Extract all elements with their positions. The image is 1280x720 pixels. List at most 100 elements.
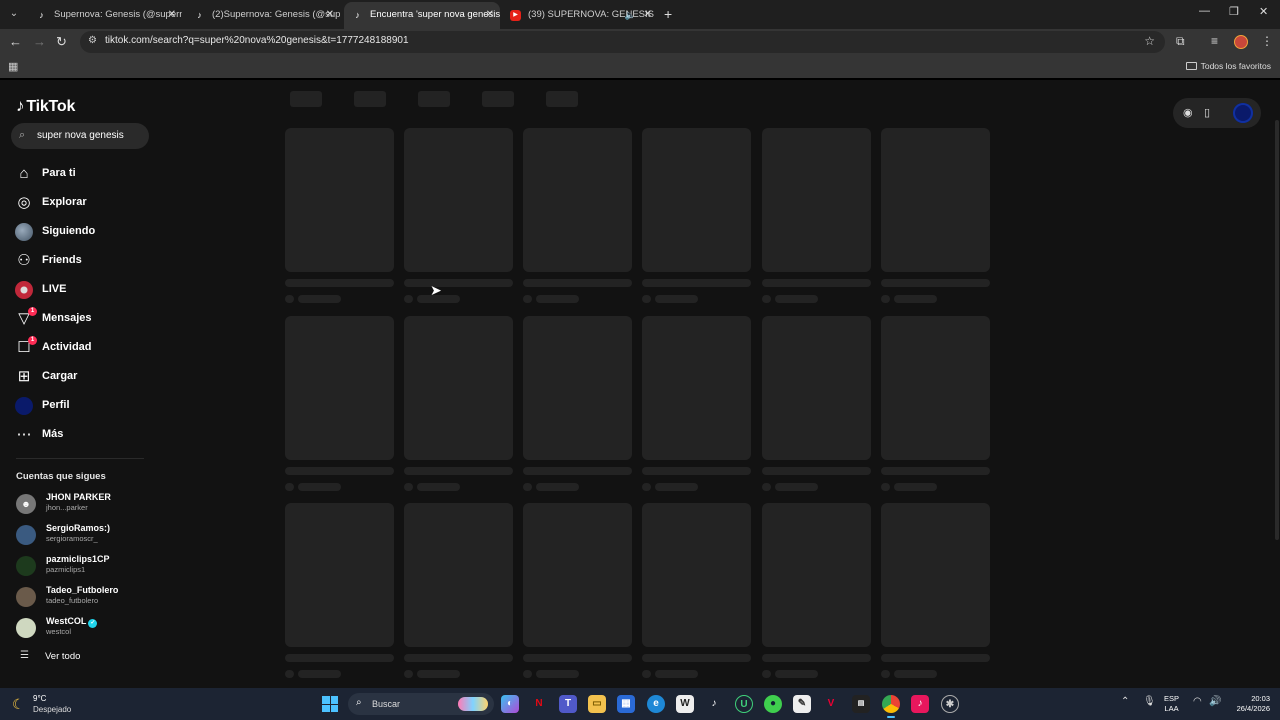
account-handle: westcol [46,627,72,636]
video-card-placeholder [404,316,513,460]
media-controls-icon[interactable]: ≡ [1211,34,1218,48]
close-icon[interactable]: ✕ [326,4,334,26]
site-info-icon[interactable]: ⚙ [88,35,97,46]
wifi-icon[interactable]: ◠ [1193,696,1202,707]
speaker-icon[interactable]: 🔈 [625,4,636,26]
clock-time: 20:03 [1251,694,1270,703]
video-card-placeholder [285,316,394,460]
see-all-button[interactable]: ☰ Ver todo [16,649,136,665]
clock[interactable]: 20:03 26/4/2026 [1226,694,1270,714]
close-icon[interactable]: ✕ [644,4,652,26]
author-name-placeholder [417,483,460,491]
caption-placeholder [762,279,871,287]
weather-widget[interactable]: ☾ 9°C Despejado [12,693,92,715]
chevron-up-icon[interactable]: ⌃ [1121,696,1129,707]
tab-search-button[interactable]: ⌄ [6,6,22,22]
following-account[interactable]: ☻ JHON PARKER jhon...parker [16,492,156,518]
author-avatar-placeholder [642,483,651,491]
author-name-placeholder [536,670,579,678]
scrollbar[interactable] [1274,80,1280,688]
following-account[interactable]: SergioRamos:) sergioramoscr_ [16,523,156,549]
nav-explorar[interactable]: ◎ Explorar [14,191,154,215]
restore-icon[interactable]: ❐ [1229,5,1239,18]
reload-button[interactable]: ↻ [56,34,67,50]
file-explorer-icon[interactable]: ▭ [588,695,606,713]
microphone-icon[interactable]: 🎙 [1143,696,1156,707]
browser-tab[interactable]: ♪ (2)Supernova: Genesis (@super ✕ [186,4,340,26]
account-handle: pazmiclips1 [46,565,86,574]
volume-icon[interactable]: 🔊 [1209,696,1221,707]
edge-icon[interactable]: e [647,695,665,713]
following-account[interactable]: Tadeo_Futbolero tadeo_futbolero [16,585,156,611]
nav-actividad[interactable]: ☐ 1 Actividad [14,336,154,360]
nav-label: Para ti [42,167,76,179]
new-tab-button[interactable]: + [664,6,672,22]
tiktok-app-icon[interactable]: ♪ [705,695,723,713]
teams-icon[interactable]: T [559,695,577,713]
chrome-icon[interactable] [882,695,900,718]
back-button[interactable]: ← [9,34,22,50]
wikipedia-icon[interactable]: W [676,695,694,713]
verified-icon: ✓ [88,619,98,628]
coin-icon[interactable]: ◉ [1183,106,1193,119]
tiktok-icon: ♪ [197,10,202,20]
netflix-icon[interactable]: N [530,695,548,713]
browser-tab[interactable]: ♪ Supernova: Genesis (@supernov ✕ [28,4,182,26]
friends-icon: ⚇ [17,252,31,269]
search-highlight-icon [458,697,488,711]
store-icon[interactable]: ▦ [617,695,635,713]
nav-mas[interactable]: ⋯ Más [14,423,154,447]
game-app-icon[interactable]: ● [764,695,782,713]
author-avatar-placeholder [881,483,890,491]
apps-grid-icon[interactable]: ▦ [8,60,18,73]
browser-tab[interactable]: ▶ (39) SUPERNOVA: GENESIS 🔈 ✕ [502,4,658,26]
window-close-icon[interactable]: ✕ [1259,5,1268,18]
scrollbar-thumb[interactable] [1275,120,1279,540]
author-avatar-placeholder [523,483,532,491]
author-avatar-placeholder [285,670,294,678]
extensions-icon[interactable]: ⧉ [1176,34,1185,49]
copilot-icon[interactable]: ◐ [501,695,519,713]
address-bar[interactable]: ⚙ tiktok.com/search?q=super%20nova%20gen… [80,31,1165,53]
browser-profile-avatar[interactable] [1234,35,1248,49]
nav-label: LIVE [42,283,67,295]
author-avatar-placeholder [523,670,532,678]
close-icon[interactable]: ✕ [486,2,494,28]
author-avatar-placeholder [762,295,771,303]
following-account[interactable]: pazmiclips1CP pazmiclips1 [16,554,156,580]
nav-label: Cargar [42,370,78,382]
device-icon[interactable]: ▯ [1204,106,1210,119]
search-input[interactable]: ⌕ super nova genesis [11,123,149,149]
taskbar-search[interactable]: ⌕ Buscar [348,693,494,715]
url-text: tiktok.com/search?q=super%20nova%20genes… [105,35,409,46]
vivaldi-icon[interactable]: V [822,695,840,713]
author-avatar-placeholder [404,483,413,491]
browser-tab-active[interactable]: ♪ Encuentra 'super nova genesis' ✕ [344,2,500,29]
user-avatar[interactable] [1233,103,1253,123]
nav-perfil[interactable]: Perfil [14,394,154,418]
forward-button[interactable]: → [33,34,46,50]
chatgpt-icon[interactable]: ✱ [941,695,959,713]
nav-mensajes[interactable]: ▽ 1 Mensajes [14,307,154,331]
close-icon[interactable]: ✕ [168,4,176,26]
compass-icon: ◎ [17,194,31,211]
media-app-icon[interactable]: ▤ [852,695,870,713]
nav-para-ti[interactable]: ⌂ Para ti [14,162,154,186]
following-account[interactable]: WestCOL ✓ westcol [16,616,156,642]
list-icon: ☰ [20,650,29,661]
start-button[interactable] [322,696,338,712]
all-bookmarks-button[interactable]: Todos los favoritos [1185,61,1271,71]
tiktok-logo[interactable]: ♪ TikTok [16,96,75,116]
nav-friends[interactable]: ⚇ Friends [14,249,154,273]
nav-live[interactable]: LIVE [14,278,154,302]
nav-siguiendo[interactable]: Siguiendo [14,220,154,244]
minimize-icon[interactable]: — [1199,5,1210,17]
menu-dots-icon[interactable]: ⋮ [1261,34,1273,48]
bookmark-star-icon[interactable]: ☆ [1144,34,1155,48]
notes-app-icon[interactable]: ✎ [793,695,811,713]
language-indicator[interactable]: ESP LAA [1164,694,1179,714]
caption-placeholder [285,467,394,475]
nav-cargar[interactable]: ⊞ Cargar [14,365,154,389]
upwork-icon[interactable]: U [735,695,753,713]
tiktok-pwa-icon[interactable]: ♪ [911,695,929,713]
